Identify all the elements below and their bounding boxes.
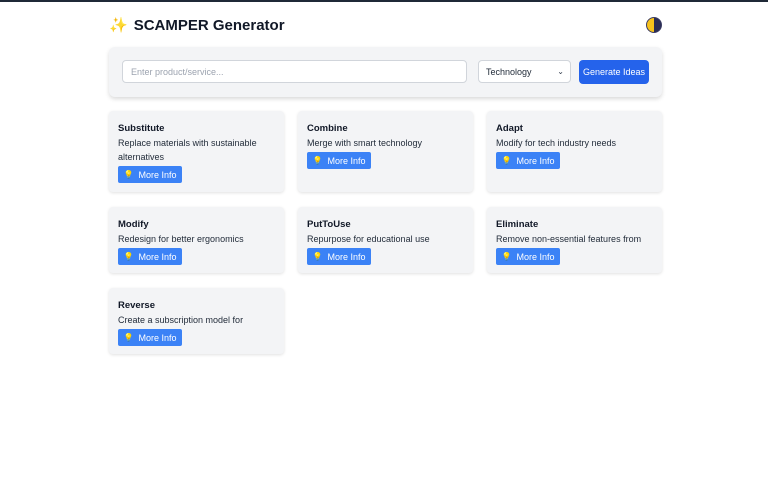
idea-card-adapt: Adapt Modify for tech industry needs 💡 M… [487,111,662,192]
card-title: Reverse [118,300,155,311]
card-description: Replace materials with sustainable alter… [118,138,257,162]
generate-ideas-button[interactable]: Generate Ideas [579,60,649,84]
more-info-label: More Info [327,251,366,262]
lightbulb-icon: 💡 [501,156,512,165]
card-title: Adapt [496,123,523,134]
idea-card-substitute: Substitute Replace materials with sustai… [109,111,284,192]
product-input[interactable] [122,60,467,83]
card-description: Create a subscription model for [118,315,244,325]
lightbulb-icon: 💡 [501,252,512,261]
more-info-label: More Info [516,155,555,166]
idea-card-eliminate: Eliminate Remove non-essential features … [487,207,662,273]
chevron-down-icon: ⌄ [557,67,564,76]
lightbulb-icon: 💡 [123,252,134,261]
more-info-button[interactable]: 💡 More Info [307,248,371,265]
idea-card-combine: Combine Merge with smart technology 💡 Mo… [298,111,473,192]
idea-card-modify: Modify Redesign for better ergonomics 💡 … [109,207,284,273]
more-info-label: More Info [327,155,366,166]
title-group: ✨ SCAMPER Generator [109,17,285,34]
more-info-label: More Info [138,332,177,343]
lightbulb-icon: 💡 [123,333,134,342]
more-info-label: More Info [138,251,177,262]
controls-panel: Technology ⌄ Generate Ideas [109,47,662,97]
more-info-button[interactable]: 💡 More Info [496,248,560,265]
card-description: Repurpose for educational use [307,234,430,244]
page-title: SCAMPER Generator [133,16,285,34]
top-border [0,0,768,2]
card-title: Combine [307,123,348,134]
category-select-value: Technology [486,66,532,77]
theme-toggle-contrast-icon[interactable] [646,17,662,33]
lightbulb-icon: 💡 [312,252,323,261]
sparkle-icon: ✨ [109,16,128,34]
card-description: Redesign for better ergonomics [118,234,244,244]
more-info-label: More Info [138,169,177,180]
more-info-button[interactable]: 💡 More Info [118,166,182,183]
card-title: Eliminate [496,219,539,230]
card-title: Modify [118,219,149,230]
app-header: ✨ SCAMPER Generator [109,14,662,36]
card-title: PutToUse [307,219,351,230]
card-title: Substitute [118,123,165,134]
lightbulb-icon: 💡 [312,156,323,165]
more-info-button[interactable]: 💡 More Info [307,152,371,169]
more-info-button[interactable]: 💡 More Info [118,248,182,265]
more-info-button[interactable]: 💡 More Info [496,152,560,169]
idea-card-puttouse: PutToUse Repurpose for educational use 💡… [298,207,473,273]
card-description: Merge with smart technology [307,138,423,148]
category-select[interactable]: Technology ⌄ [478,60,571,83]
lightbulb-icon: 💡 [123,170,134,179]
card-description: Remove non-essential features from [496,234,642,244]
card-description: Modify for tech industry needs [496,138,617,148]
more-info-label: More Info [516,251,555,262]
idea-card-reverse: Reverse Create a subscription model for … [109,288,284,354]
more-info-button[interactable]: 💡 More Info [118,329,182,346]
